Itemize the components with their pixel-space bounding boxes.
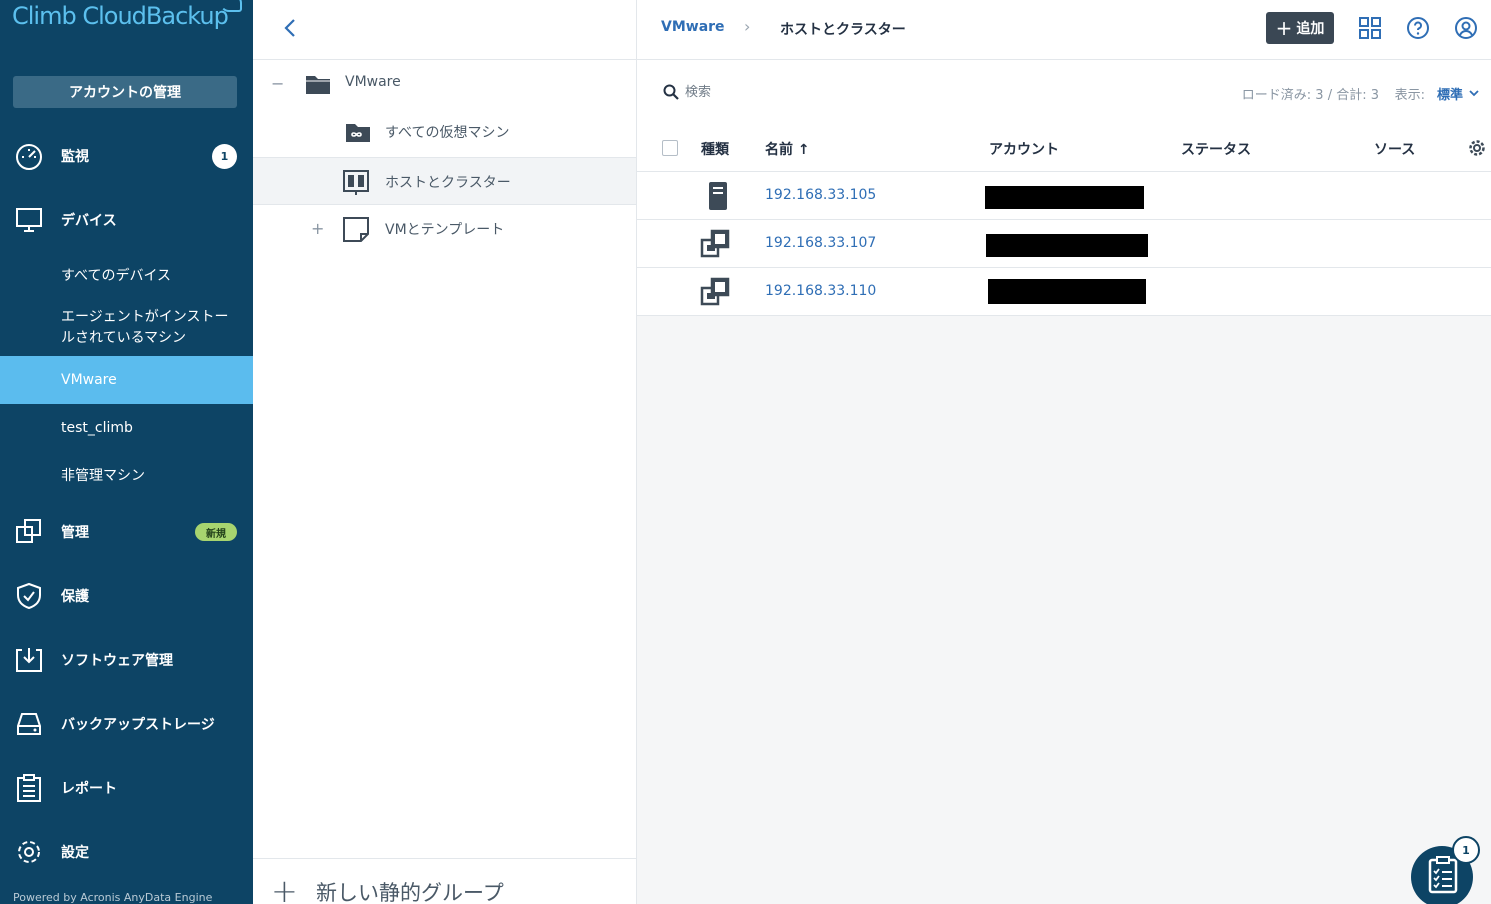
add-button-label: 追加: [1296, 21, 1325, 37]
tree-node-all-vms[interactable]: すべての仮想マシン: [253, 108, 636, 156]
download-tray-icon: [14, 646, 44, 674]
powered-by-text: Powered by Acronis AnyData Engine: [13, 891, 213, 904]
cluster-icon: [699, 276, 735, 308]
user-account-icon[interactable]: [1454, 16, 1478, 40]
tree-node-vm-templates[interactable]: + VMとテンプレート: [253, 205, 636, 253]
machine-name-link[interactable]: 192.168.33.107: [765, 235, 876, 251]
activity-count-badge: 1: [1452, 836, 1480, 864]
grid-view-icon[interactable]: [1358, 16, 1382, 40]
host-cluster-icon: [341, 168, 371, 196]
top-bar: VMware › ホストとクラスター + 追加: [637, 0, 1491, 60]
tree-node-label: ホストとクラスター: [385, 175, 511, 191]
sidebar-subitem-agent-machines[interactable]: エージェントがインストールされているマシン: [0, 306, 253, 350]
chevron-down-icon: [1469, 90, 1479, 97]
sidebar-item-label: 保護: [61, 589, 89, 605]
view-mode-value: 標準: [1436, 88, 1463, 103]
tree-node-label: VMとテンプレート: [385, 222, 505, 238]
redacted-account: [985, 186, 1144, 209]
breadcrumb-current: ホストとクラスター: [780, 22, 906, 38]
column-name[interactable]: 名前 ↑: [765, 139, 810, 159]
account-management-button[interactable]: アカウントの管理: [13, 76, 237, 108]
plus-icon: +: [271, 872, 298, 904]
view-label: 表示:: [1394, 88, 1425, 103]
sidebar-item-software[interactable]: ソフトウェア管理: [0, 638, 253, 682]
sidebar-item-label: 監視: [61, 149, 89, 165]
group-tree-panel: − VMware すべての仮想マシン ホストとクラスター + VMとテンプレート…: [253, 0, 637, 904]
loaded-count-text: ロード済み: 3 / 合計: 3: [1241, 88, 1379, 103]
sidebar-subitem-test-climb[interactable]: test_climb: [0, 414, 253, 442]
column-type[interactable]: 種類: [701, 139, 729, 159]
new-static-group-label: 新しい静的グループ: [316, 881, 504, 904]
column-source[interactable]: ソース: [1374, 139, 1415, 159]
main-content: VMware › ホストとクラスター + 追加 ロード済み: 3 / 合計: 3…: [637, 0, 1491, 904]
collapse-toggle[interactable]: −: [271, 74, 284, 93]
clipboard-icon: [14, 774, 44, 802]
alert-count-badge: 1: [212, 143, 237, 169]
expand-toggle[interactable]: +: [311, 219, 324, 238]
sidebar-item-settings[interactable]: 設定: [0, 830, 253, 874]
vm-folder-icon: [343, 118, 373, 146]
sidebar-item-backup-storage[interactable]: バックアップストレージ: [0, 702, 253, 746]
sidebar-item-label: デバイス: [61, 213, 117, 229]
redacted-account: [986, 234, 1148, 257]
copy-stack-icon: [14, 518, 44, 546]
gear-icon: [14, 838, 44, 866]
tree-node-label: VMware: [345, 74, 401, 90]
monitor-icon: [14, 206, 44, 234]
sidebar-item-monitoring[interactable]: 監視 1: [0, 134, 253, 178]
new-badge: 新規: [195, 523, 237, 541]
sidebar-item-label: 管理: [61, 525, 89, 541]
sidebar-item-label: バックアップストレージ: [61, 717, 215, 733]
sidebar-item-protection[interactable]: 保護: [0, 574, 253, 618]
storage-drive-icon: [14, 710, 44, 738]
help-icon[interactable]: [1406, 16, 1430, 40]
sidebar: Climb CloudBackup アカウントの管理 監視 1 デバイス すべて…: [0, 0, 253, 904]
sidebar-item-label: レポート: [61, 781, 117, 797]
redacted-account: [988, 279, 1146, 304]
view-mode-select[interactable]: 標準: [1437, 84, 1479, 103]
tree-node-vmware[interactable]: − VMware: [253, 60, 636, 108]
column-status[interactable]: ステータス: [1181, 139, 1251, 159]
sidebar-subitem-unmanaged[interactable]: 非管理マシン: [0, 462, 253, 490]
search-input[interactable]: [685, 82, 985, 102]
breadcrumb-separator: ›: [744, 17, 751, 36]
template-icon: [341, 215, 371, 243]
search-icon: [663, 84, 679, 100]
add-button[interactable]: + 追加: [1266, 12, 1334, 44]
cluster-icon: [699, 228, 735, 260]
machine-name-link[interactable]: 192.168.33.105: [765, 187, 876, 203]
chevron-left-icon[interactable]: [280, 17, 300, 39]
tree-header: [253, 0, 636, 60]
machine-name-link[interactable]: 192.168.33.110: [765, 283, 876, 299]
select-all-checkbox[interactable]: [662, 140, 678, 156]
folder-icon: [303, 70, 333, 98]
table-row[interactable]: 192.168.33.110: [637, 268, 1491, 316]
table-row[interactable]: 192.168.33.105: [637, 172, 1491, 220]
server-icon: [699, 180, 735, 212]
column-account[interactable]: アカウント: [989, 139, 1059, 159]
sidebar-item-devices[interactable]: デバイス: [0, 198, 253, 242]
sidebar-subitem-vmware[interactable]: VMware: [0, 356, 253, 404]
sidebar-item-label: 設定: [61, 845, 89, 861]
tree-node-hosts-clusters[interactable]: ホストとクラスター: [253, 157, 636, 205]
sidebar-item-reports[interactable]: レポート: [0, 766, 253, 810]
plus-icon: +: [1275, 16, 1293, 40]
brand-logo[interactable]: Climb CloudBackup: [12, 0, 242, 30]
tree-node-label: すべての仮想マシン: [385, 125, 510, 141]
table-header: 種類 名前 ↑ アカウント ステータス ソース: [637, 124, 1491, 172]
list-toolbar: ロード済み: 3 / 合計: 3 表示: 標準: [637, 60, 1491, 124]
gear-icon[interactable]: [1468, 139, 1486, 157]
sidebar-subitem-all-devices[interactable]: すべてのデバイス: [0, 262, 253, 290]
new-static-group-button[interactable]: + 新しい静的グループ: [253, 858, 636, 904]
gauge-icon: [14, 142, 44, 170]
shield-check-icon: [14, 582, 44, 610]
sidebar-item-label: ソフトウェア管理: [61, 653, 173, 669]
breadcrumb-vmware[interactable]: VMware: [661, 19, 725, 35]
table-row[interactable]: 192.168.33.107: [637, 220, 1491, 268]
sidebar-item-management[interactable]: 管理 新規: [0, 510, 253, 554]
